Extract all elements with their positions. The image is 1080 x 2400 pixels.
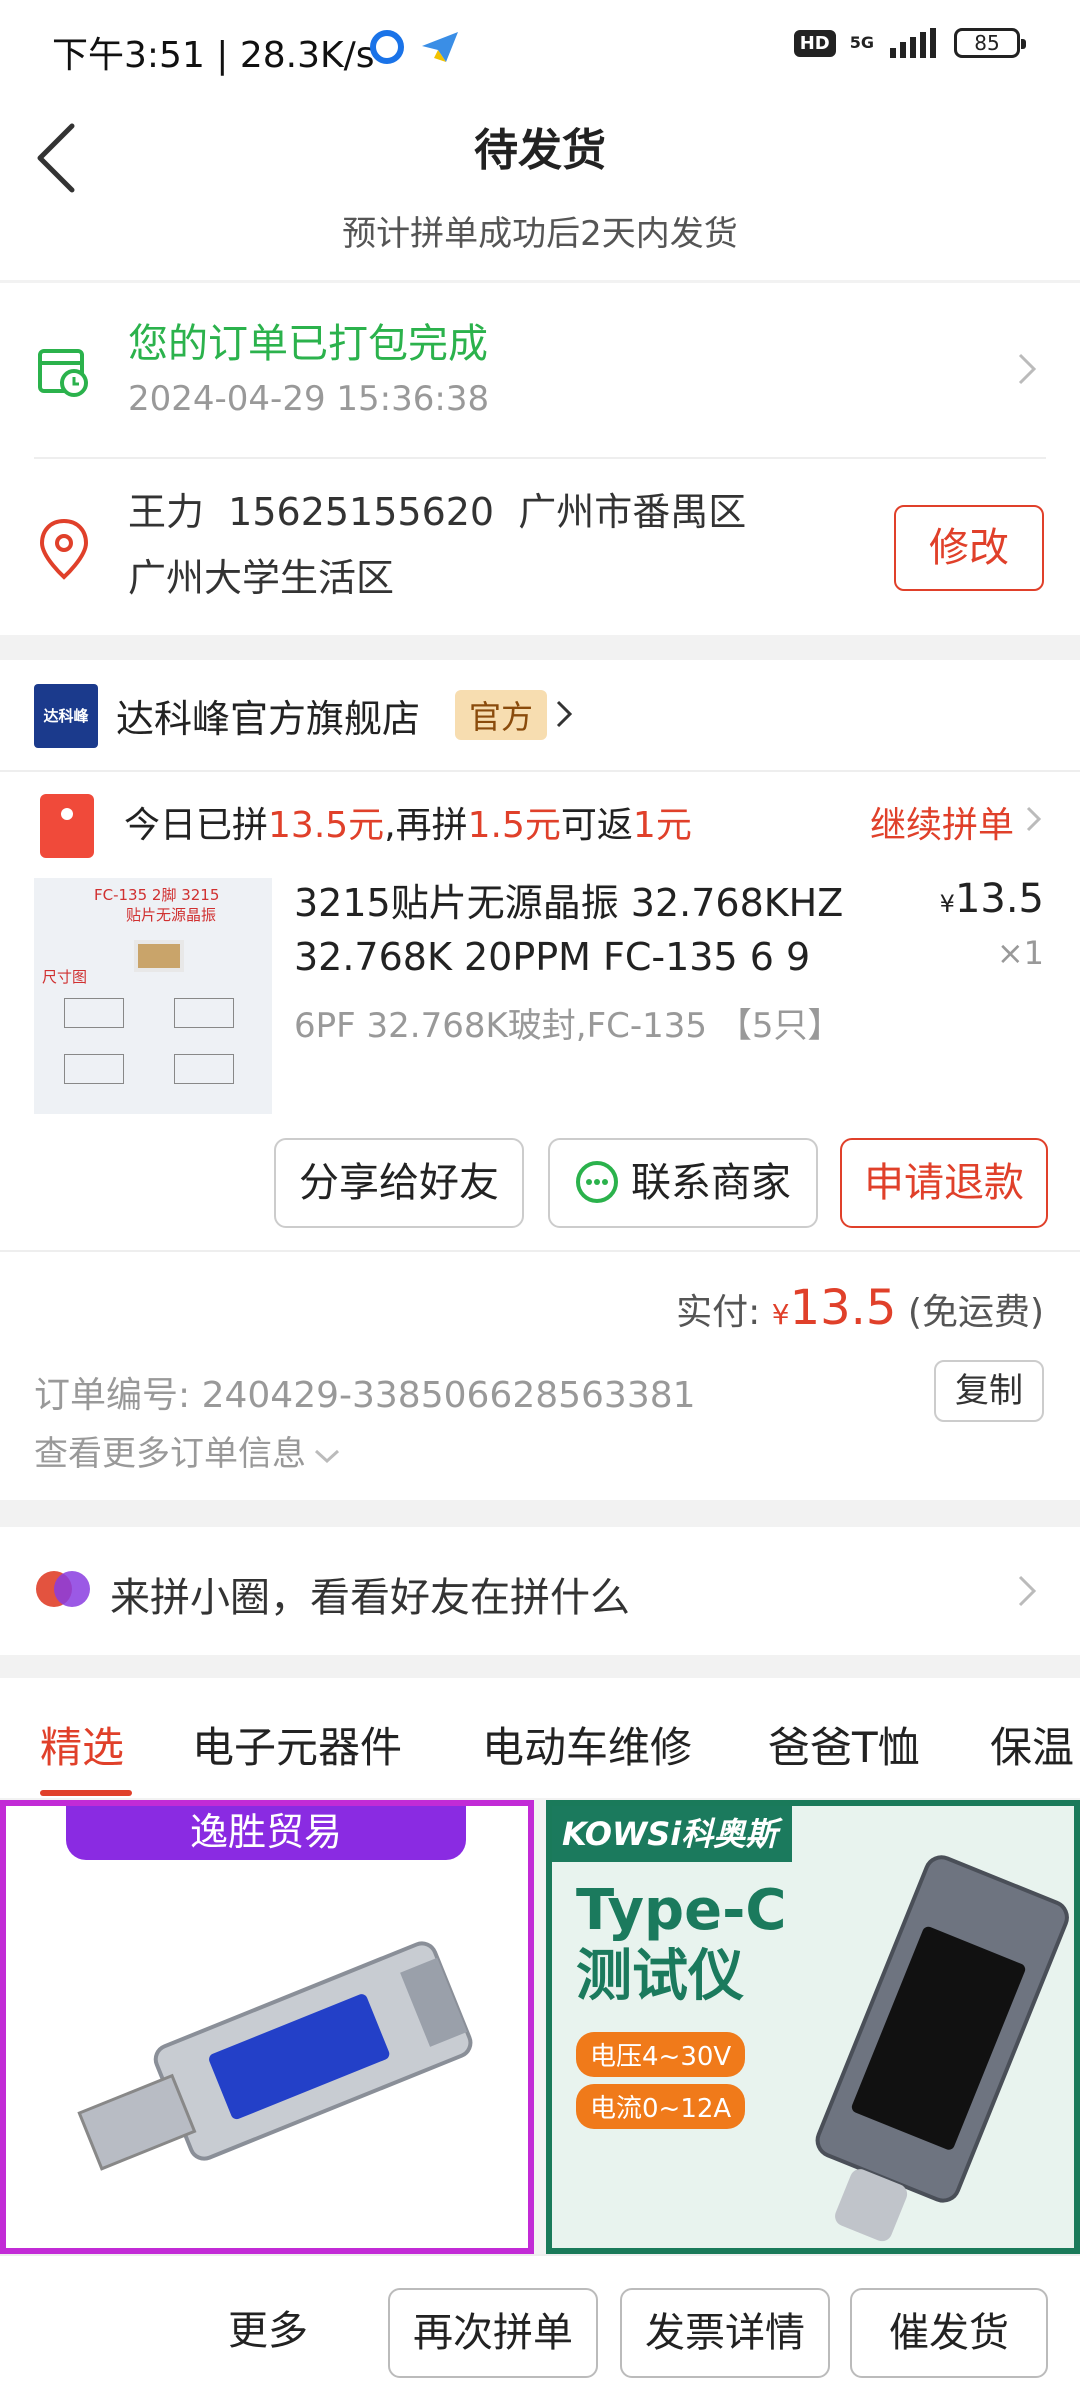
address-line-2: 广州大学生活区 xyxy=(128,556,395,600)
currency-symbol: ¥ xyxy=(771,1298,790,1331)
chevron-right-icon[interactable] xyxy=(553,696,575,732)
divider xyxy=(0,1250,1080,1252)
tab-active-indicator xyxy=(40,1790,132,1796)
price-value: 13.5 xyxy=(954,876,1044,922)
official-badge: 官方 xyxy=(455,690,548,740)
feed-item[interactable]: 逸胜贸易 xyxy=(0,1800,534,2254)
store-banner: 逸胜贸易 xyxy=(66,1806,466,1860)
divider xyxy=(34,457,1046,459)
dimension-drawing xyxy=(64,1054,124,1084)
spec-pill: 电流0~12A xyxy=(576,2084,746,2129)
app-notification-icon xyxy=(370,30,404,64)
shop-order-section: 达科峰 达科峰官方旗舰店 官方 今日已拼13.5元,再拼1.5元可返1元 继续拼… xyxy=(0,660,1080,1500)
chevron-right-icon[interactable] xyxy=(1012,1571,1040,1611)
tab-thermal[interactable]: 保温 xyxy=(990,1714,1074,1775)
promo-value: 1.5元 xyxy=(467,805,561,846)
send-notification-icon xyxy=(422,32,458,62)
paid-label: 实付: xyxy=(676,1292,772,1333)
chevron-right-icon[interactable] xyxy=(1024,804,1044,834)
battery-indicator: 85 xyxy=(954,28,1026,58)
location-pin-icon xyxy=(39,518,89,580)
shipping-address[interactable]: 王力 15625155620 广州市番禺区 广州大学生活区 xyxy=(128,479,868,611)
network-type: 5G xyxy=(849,33,874,52)
promo-value: 1元 xyxy=(632,805,692,846)
page-title: 待发货 xyxy=(474,125,606,176)
promo-value: 13.5元 xyxy=(268,805,385,846)
share-to-friend-button[interactable]: 分享给好友 xyxy=(274,1138,524,1228)
reorder-button[interactable]: 再次拼单 xyxy=(388,2288,598,2378)
order-number: 订单编号: 240429-338506628563381 xyxy=(34,1375,696,1416)
tab-dad-tshirt[interactable]: 爸爸T恤 xyxy=(768,1714,920,1775)
package-clock-icon[interactable] xyxy=(34,341,94,401)
dimension-drawing xyxy=(174,998,234,1028)
order-status-section: 您的订单已打包完成 2024-04-29 15:36:38 王力 1562515… xyxy=(0,283,1080,635)
promo-text: 今日已拼 xyxy=(124,805,269,846)
crystal-component xyxy=(134,940,184,972)
friends-circle-entry[interactable]: 来拼小圈，看看好友在拼什么 xyxy=(0,1527,1080,1655)
spec-pill: 电压4~30V xyxy=(576,2032,746,2077)
hd-badge: HD xyxy=(793,29,836,57)
invoice-details-button[interactable]: 发票详情 xyxy=(620,2288,830,2378)
signal-icon xyxy=(890,28,936,58)
tab-featured[interactable]: 精选 xyxy=(40,1714,124,1775)
friends-circle-icon xyxy=(36,1571,90,1607)
chevron-down-icon xyxy=(314,1449,340,1463)
dimension-drawing xyxy=(64,998,124,1028)
type-c-tester-image xyxy=(815,1855,1069,2242)
contact-seller-label: 联系商家 xyxy=(631,1160,791,1206)
product-image-label: FC-135 2脚 3215 xyxy=(94,886,220,904)
page-subtitle: 预计拼单成功后2天内发货 xyxy=(342,214,738,254)
brand-banner: KOWSi科奥斯 xyxy=(552,1806,792,1862)
dimension-drawing xyxy=(174,1054,234,1084)
product-image-label: 尺寸图 xyxy=(42,968,88,986)
bottom-action-bar: 更多 再次拼单 发票详情 催发货 xyxy=(0,2254,1080,2400)
promo-title-line: 测试仪 xyxy=(576,1944,744,2009)
edit-address-button[interactable]: 修改 xyxy=(894,505,1044,591)
continue-group-buy-link[interactable]: 继续拼单 xyxy=(870,796,1014,848)
status-bar: 下午3:51 | 28.3K/s HD 5G 85 xyxy=(0,0,1080,96)
friends-circle-text: 来拼小圈，看看好友在拼什么 xyxy=(110,1575,630,1621)
usb-tester-image xyxy=(77,1941,473,2171)
red-packet-icon xyxy=(40,794,94,858)
urge-shipment-button[interactable]: 催发货 xyxy=(850,2288,1048,2378)
tab-electronic-components[interactable]: 电子元器件 xyxy=(192,1714,402,1775)
group-buy-promo: 今日已拼13.5元,再拼1.5元可返1元 xyxy=(124,796,692,848)
promo-text: 可返 xyxy=(560,805,633,846)
request-refund-button[interactable]: 申请退款 xyxy=(840,1138,1048,1228)
address-line-1: 王力 15625155620 广州市番禺区 xyxy=(128,490,747,534)
chevron-right-icon[interactable] xyxy=(1012,349,1040,389)
product-promo-title: Type-C 测试仪 xyxy=(576,1878,786,2010)
order-status-time: 2024-04-29 15:36:38 xyxy=(128,379,490,419)
product-title[interactable]: 3215贴片无源晶振 32.768KHZ 32.768K 20PPM FC-13… xyxy=(294,876,884,984)
product-quantity: ×1 xyxy=(996,934,1044,972)
status-time: 下午3:51 | 28.3K/s xyxy=(52,35,375,76)
paid-amount: 实付: ¥13.5 (免运费) xyxy=(676,1280,1044,1336)
shop-name[interactable]: 达科峰官方旗舰店 xyxy=(116,688,420,743)
shop-logo[interactable]: 达科峰 xyxy=(34,684,98,748)
currency-symbol: ¥ xyxy=(939,890,955,918)
page-header: 待发货 预计拼单成功后2天内发货 xyxy=(0,96,1080,280)
copy-order-number-button[interactable]: 复制 xyxy=(934,1360,1044,1422)
more-actions-button[interactable]: 更多 xyxy=(228,2298,308,2356)
tab-ebike-repair[interactable]: 电动车维修 xyxy=(482,1714,692,1775)
promo-text: ,再拼 xyxy=(384,805,468,846)
shipping-note: (免运费) xyxy=(896,1292,1044,1333)
recommendation-tabs: 精选 电子元器件 电动车维修 爸爸T恤 保温 xyxy=(0,1678,1080,1798)
contact-seller-button[interactable]: 联系商家 xyxy=(548,1138,818,1228)
more-order-info-label: 查看更多订单信息 xyxy=(34,1434,306,1474)
order-status-title[interactable]: 您的订单已打包完成 xyxy=(128,311,488,369)
chat-bubble-icon xyxy=(576,1161,618,1203)
product-image[interactable]: FC-135 2脚 3215 贴片无源晶振 尺寸图 xyxy=(34,878,272,1114)
paid-value: 13.5 xyxy=(789,1280,897,1336)
divider xyxy=(0,770,1080,772)
more-order-info-toggle[interactable]: 查看更多订单信息 xyxy=(34,1426,342,1475)
product-sku: 6PF 32.768K玻封,FC-135 【5只】 xyxy=(294,1006,842,1046)
product-price: ¥13.5 xyxy=(940,876,1044,922)
feed-item[interactable]: KOWSi科奥斯 Type-C 测试仪 电压4~30V 电流0~12A xyxy=(546,1800,1080,2254)
product-image-label: 贴片无源晶振 xyxy=(126,906,217,924)
promo-title-line: Type-C xyxy=(576,1878,787,1943)
